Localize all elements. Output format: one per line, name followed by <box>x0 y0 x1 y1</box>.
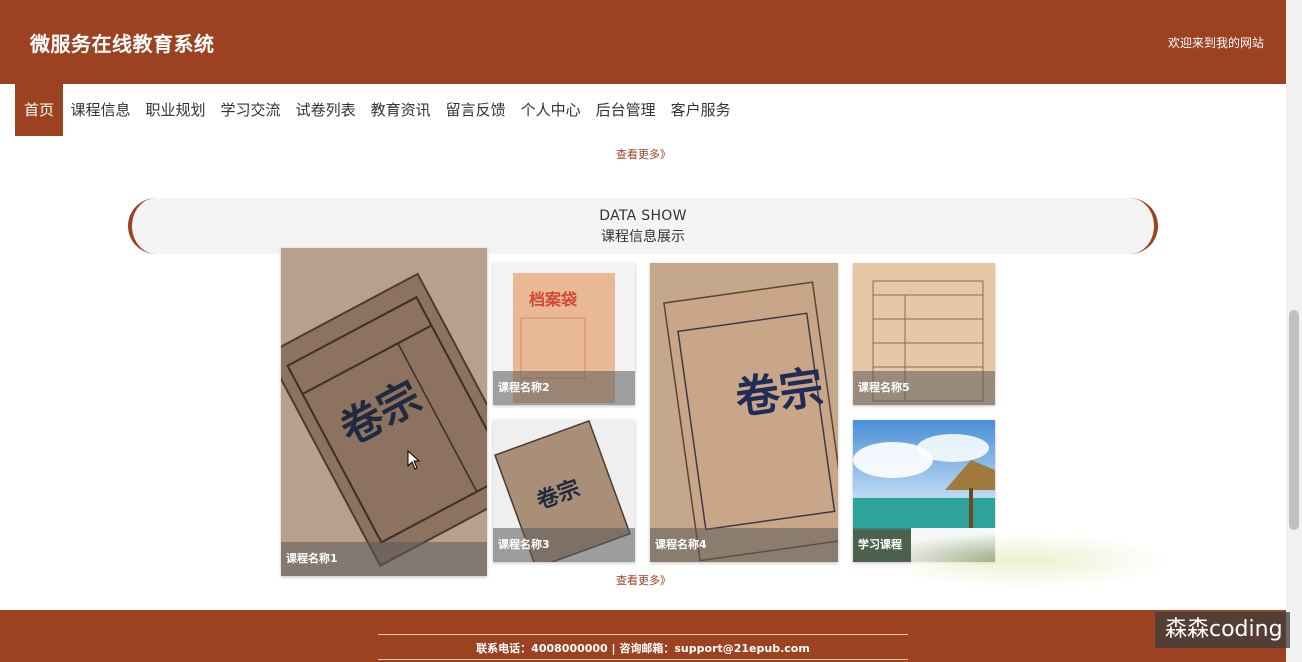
course-card-caption: 课程名称2 <box>493 371 635 405</box>
nav-study-exchange[interactable]: 学习交流 <box>213 84 288 136</box>
nav-admin[interactable]: 后台管理 <box>588 84 663 136</box>
nav-customer-service[interactable]: 客户服务 <box>663 84 738 136</box>
nav-exam-list[interactable]: 试卷列表 <box>288 84 363 136</box>
nav-feedback[interactable]: 留言反馈 <box>438 84 513 136</box>
course-image-folder: 卷宗 <box>281 248 487 576</box>
watermark-overlay <box>911 528 1286 610</box>
course-card-3[interactable]: 卷宗 课程名称3 <box>493 420 635 562</box>
nav-home[interactable]: 首页 <box>15 84 64 136</box>
mouse-cursor-icon <box>407 450 421 470</box>
nav-course-info[interactable]: 课程信息 <box>63 84 138 136</box>
course-card-caption: 课程名称5 <box>853 371 995 405</box>
course-card-caption: 课程名称4 <box>650 528 838 562</box>
main-nav: 首页 课程信息 职业规划 学习交流 试卷列表 教育资讯 留言反馈 个人中心 后台… <box>15 84 738 136</box>
nav-education-news[interactable]: 教育资讯 <box>363 84 438 136</box>
section-title-zh: 课程信息展示 <box>601 229 685 245</box>
footer-divider-bottom <box>378 659 908 660</box>
course-card-2[interactable]: 档案袋 课程名称2 <box>493 263 635 405</box>
course-card-1[interactable]: 卷宗 课程名称1 <box>281 248 487 576</box>
section-banner: DATA SHOW 课程信息展示 <box>128 198 1158 254</box>
view-more-link-top[interactable]: 查看更多》 <box>616 146 671 162</box>
course-card-caption: 课程名称1 <box>281 542 487 576</box>
site-header: 微服务在线教育系统 欢迎来到我的网站 <box>0 0 1286 84</box>
nav-personal-center[interactable]: 个人中心 <box>513 84 588 136</box>
section-title-en: DATA SHOW <box>599 208 687 224</box>
watermark-label: 森森coding <box>1155 612 1290 648</box>
scrollbar-thumb[interactable] <box>1289 310 1299 530</box>
course-image-folder: 卷宗 <box>650 263 838 562</box>
course-card-caption: 课程名称3 <box>493 528 635 562</box>
course-card-4[interactable]: 卷宗 课程名称4 <box>650 263 838 562</box>
view-more-link-bottom[interactable]: 查看更多》 <box>616 572 671 588</box>
footer-divider-top <box>378 634 908 635</box>
course-card-5[interactable]: 课程名称5 <box>853 263 995 405</box>
footer-contact: 联系电话：4008000000 | 咨询邮箱：support@21epub.co… <box>476 642 810 655</box>
nav-career-planning[interactable]: 职业规划 <box>138 84 213 136</box>
welcome-text: 欢迎来到我的网站 <box>1167 36 1264 50</box>
site-title: 微服务在线教育系统 <box>30 32 215 56</box>
svg-text:档案袋: 档案袋 <box>529 290 578 309</box>
site-footer: 联系电话：4008000000 | 咨询邮箱：support@21epub.co… <box>0 610 1286 662</box>
